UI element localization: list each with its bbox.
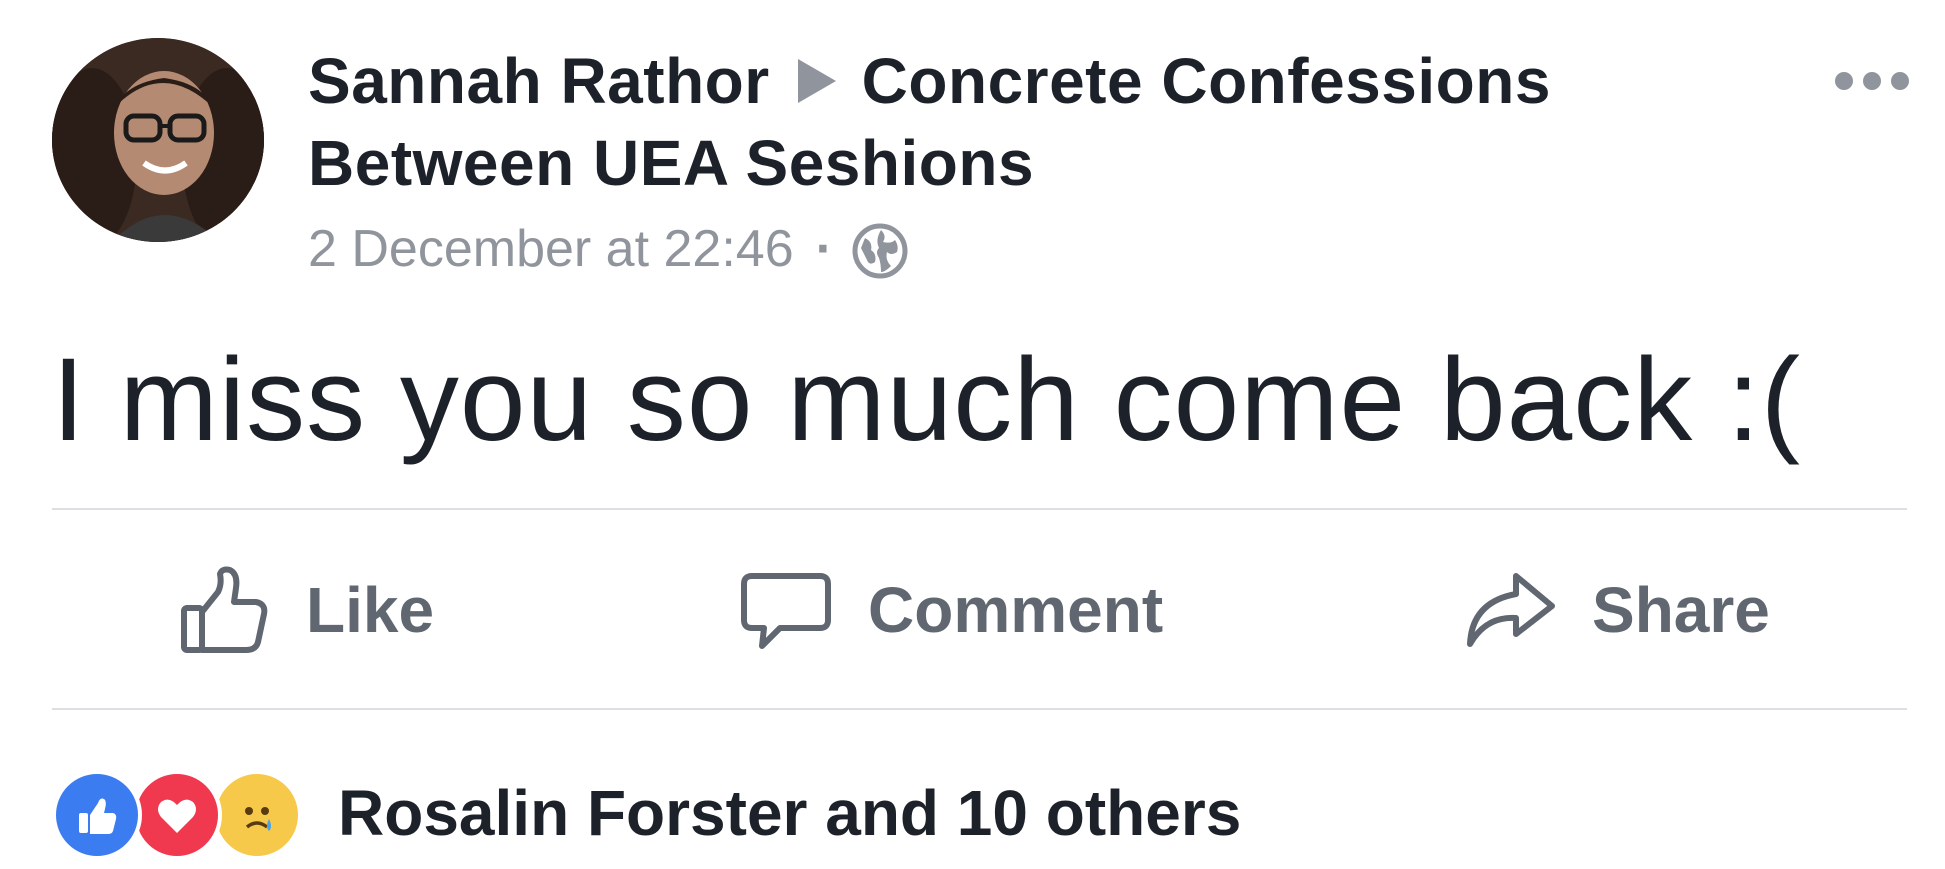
author-avatar[interactable] xyxy=(52,38,264,242)
share-label: Share xyxy=(1592,574,1770,646)
reaction-summary-text: Rosalin Forster and 10 others xyxy=(338,777,1242,849)
reactions-summary[interactable]: Rosalin Forster and 10 others xyxy=(52,770,1242,860)
like-label: Like xyxy=(306,574,435,646)
more-dot xyxy=(1863,72,1881,90)
post-header: Sannah Rathor Concrete Confessions Betwee… xyxy=(308,40,1758,204)
divider xyxy=(52,708,1907,710)
author-name[interactable]: Sannah Rathor xyxy=(308,45,770,117)
reaction-icons xyxy=(52,770,302,860)
avatar-image xyxy=(52,38,264,242)
share-arrow-icon xyxy=(1467,573,1555,647)
love-reaction-icon xyxy=(132,770,222,860)
share-button[interactable]: Share xyxy=(1462,560,1770,660)
more-options-icon[interactable] xyxy=(1835,72,1909,90)
post-meta: 2 December at 22:46 · xyxy=(308,218,909,280)
post-timestamp[interactable]: 2 December at 22:46 xyxy=(308,219,794,279)
arrow-right-icon xyxy=(797,59,836,104)
comment-button[interactable]: Comment xyxy=(738,560,1163,660)
meta-separator: · xyxy=(815,220,833,278)
thumbs-up-icon xyxy=(181,566,268,653)
more-dot xyxy=(1891,72,1909,90)
like-reaction-icon xyxy=(52,770,142,860)
post-message: I miss you so much come back :( xyxy=(52,334,1802,466)
comment-bubble-icon xyxy=(741,573,831,649)
more-dot xyxy=(1835,72,1853,90)
comment-label: Comment xyxy=(868,574,1164,646)
action-bar: Like Comment Share xyxy=(0,510,1945,708)
like-button[interactable]: Like xyxy=(176,560,434,660)
sad-reaction-icon xyxy=(212,770,302,860)
author-line: Sannah Rathor Concrete Confessions Betwee… xyxy=(308,40,1758,204)
globe-icon xyxy=(852,223,908,279)
facebook-post: Sannah Rathor Concrete Confessions Betwee… xyxy=(0,0,1945,869)
